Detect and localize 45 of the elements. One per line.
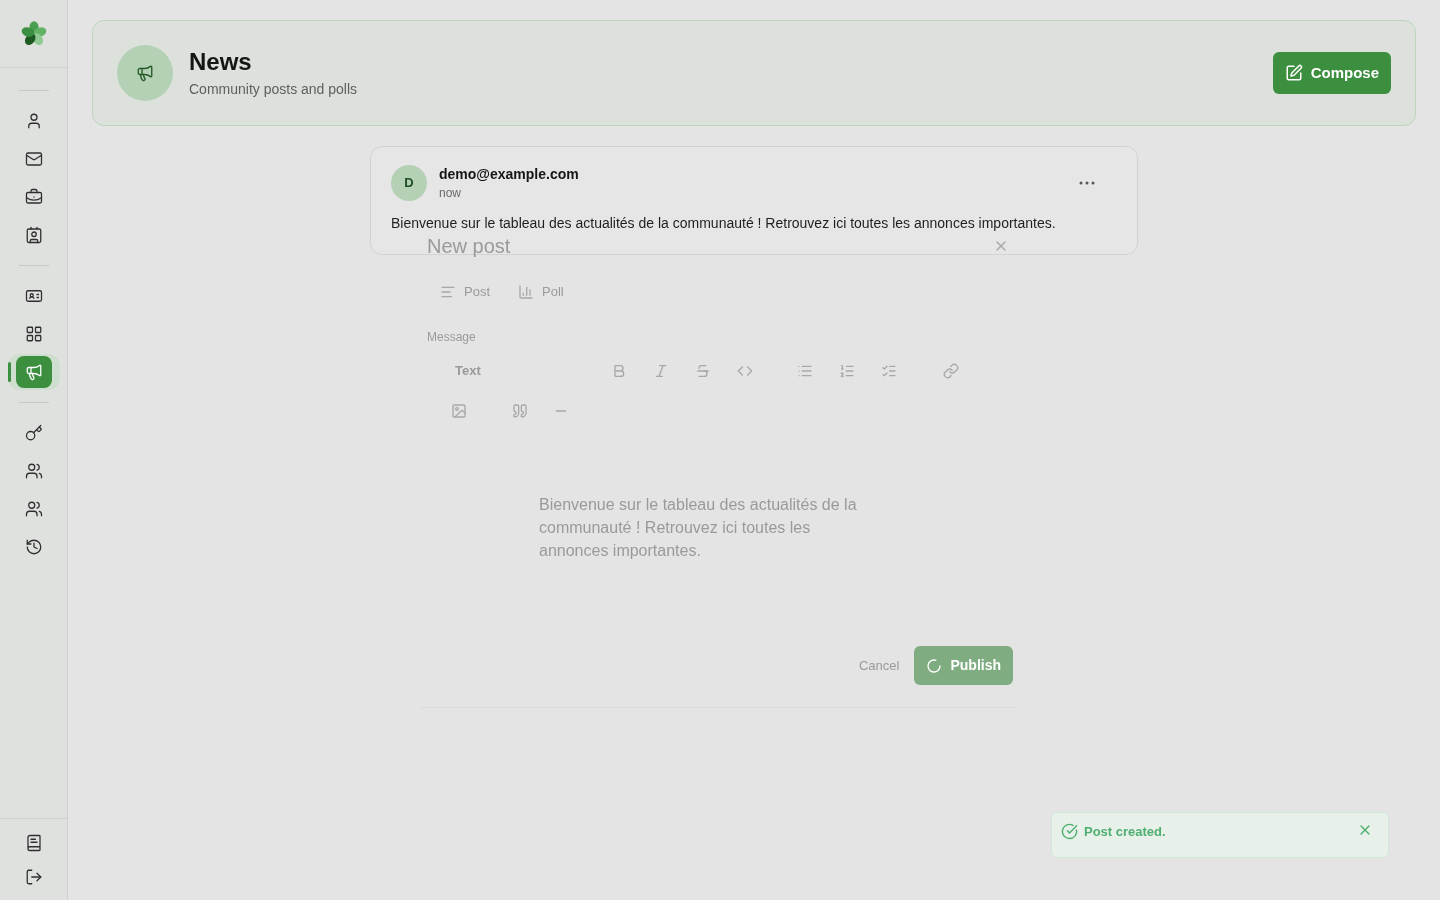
megaphone-icon — [117, 45, 173, 101]
contact-book-icon — [24, 226, 43, 244]
numbered-list-icon[interactable] — [838, 363, 855, 379]
strikethrough-icon[interactable] — [694, 363, 711, 379]
users-icon — [24, 500, 43, 518]
page-title: News — [189, 47, 253, 77]
page-subtitle: Community posts and polls — [189, 80, 358, 99]
logo-icon — [19, 19, 48, 48]
grid-icon — [24, 325, 43, 343]
block-type-dropdown[interactable]: Text — [455, 361, 481, 381]
edit-icon — [1284, 64, 1303, 82]
code-icon[interactable] — [736, 363, 753, 379]
ellipsis-icon — [1079, 181, 1095, 185]
dialog-tab[interactable]: Post — [440, 282, 490, 302]
cancel-button[interactable]: Cancel — [858, 655, 900, 676]
link-icon[interactable] — [942, 363, 959, 379]
compose-button[interactable]: Compose — [1272, 52, 1391, 94]
message-field[interactable]: Bienvenue sur le tableau des actualités de la communauté ! Retrouvez ici toutes les annonces importantes. — [539, 493, 884, 562]
publish-button[interactable]: Publish — [914, 646, 1013, 685]
key-icon — [24, 424, 43, 442]
spinner-icon — [926, 657, 943, 674]
active-indicator — [7, 362, 11, 382]
id-card-icon — [24, 287, 43, 305]
briefcase-icon — [24, 188, 43, 206]
dialog-title: New post — [427, 234, 511, 258]
lines-icon — [440, 284, 456, 300]
megaphone-icon — [15, 356, 52, 388]
checklist-icon[interactable] — [880, 363, 897, 379]
post-body: Bienvenue sur le tableau des actualités de la communauté ! Retrouvez ici toutes les annonces importantes. — [391, 214, 1057, 232]
post-author: demo@example.com — [439, 165, 579, 183]
bar-chart-icon — [518, 284, 534, 300]
image-icon[interactable] — [451, 403, 467, 419]
history-icon — [24, 538, 43, 556]
post-time: now — [439, 185, 462, 201]
check-circle-icon — [1061, 823, 1078, 840]
quote-icon[interactable] — [512, 403, 528, 419]
bullet-list-icon[interactable] — [796, 363, 813, 379]
book-icon — [24, 834, 43, 852]
users-icon — [24, 462, 43, 480]
mail-icon — [24, 150, 43, 168]
dialog-tab[interactable]: Poll — [518, 282, 564, 302]
logout-icon — [24, 868, 43, 886]
toast-message: Post created. — [1084, 823, 1166, 841]
field-label: Message — [427, 330, 476, 344]
avatar: D — [391, 165, 427, 201]
